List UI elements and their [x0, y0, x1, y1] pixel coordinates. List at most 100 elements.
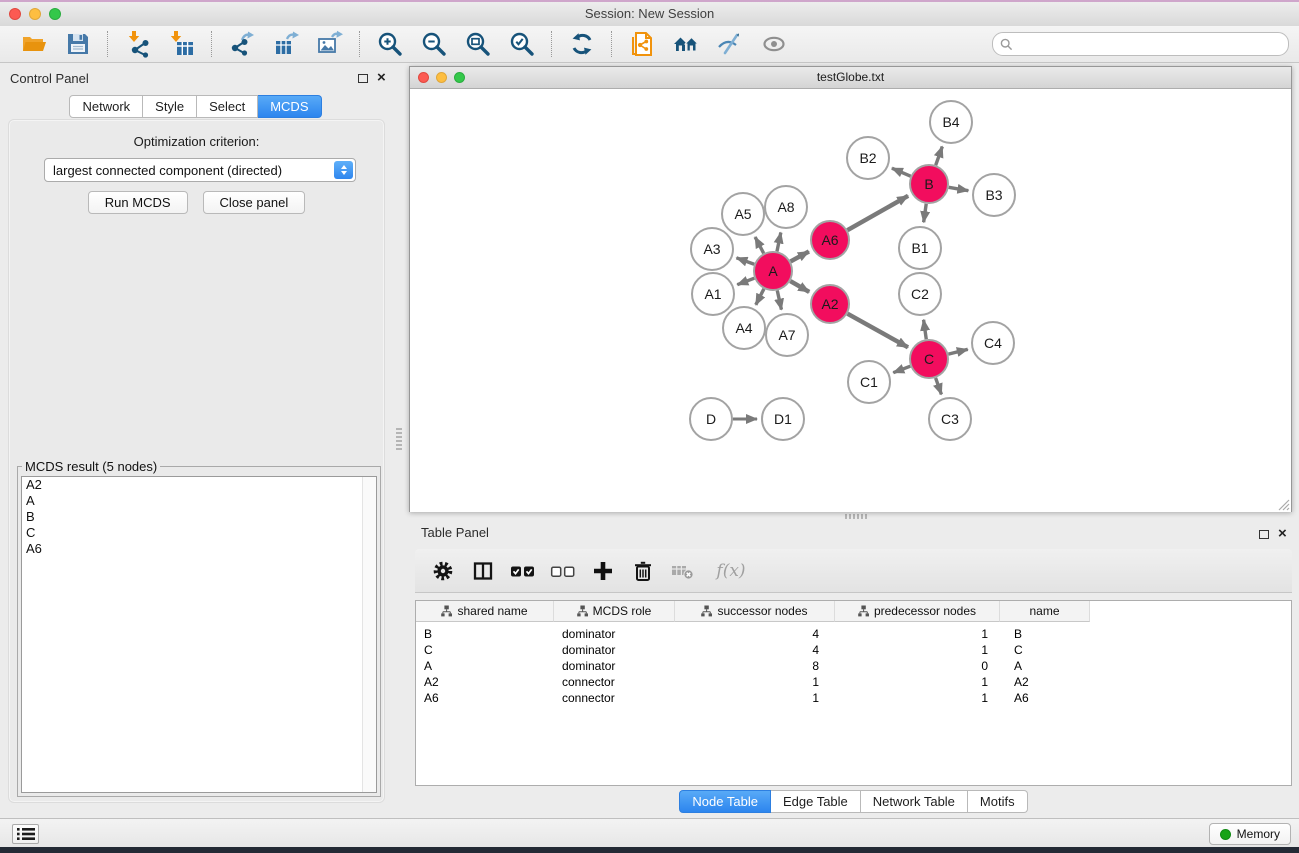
- mcds-result-item[interactable]: A2: [22, 477, 376, 493]
- edge-C-C2[interactable]: [924, 320, 927, 339]
- import-network-button[interactable]: [116, 28, 160, 60]
- edge-C-C3[interactable]: [936, 378, 942, 395]
- edge-A-A3[interactable]: [736, 258, 754, 264]
- tab-network-table[interactable]: Network Table: [861, 790, 968, 813]
- tab-style[interactable]: Style: [143, 95, 197, 118]
- edge-A-A5[interactable]: [755, 237, 764, 253]
- delete-columns-button[interactable]: [625, 553, 661, 589]
- zoom-out-button[interactable]: [412, 28, 456, 60]
- cell-name[interactable]: A2: [1000, 674, 1090, 690]
- column-header-successor-nodes[interactable]: successor nodes: [675, 601, 835, 622]
- cell-shared-name[interactable]: C: [416, 642, 554, 658]
- import-table-button[interactable]: [160, 28, 204, 60]
- create-column-button[interactable]: [585, 553, 621, 589]
- column-header-predecessor-nodes[interactable]: predecessor nodes: [835, 601, 1000, 622]
- cell-name[interactable]: A: [1000, 658, 1090, 674]
- hide-graphics-details-button[interactable]: [708, 28, 752, 60]
- deselect-all-button[interactable]: [545, 553, 581, 589]
- tab-select[interactable]: Select: [197, 95, 258, 118]
- cell-successor-nodes[interactable]: 4: [675, 626, 835, 642]
- export-network-button[interactable]: [220, 28, 264, 60]
- cell-name[interactable]: C: [1000, 642, 1090, 658]
- cell-predecessor-nodes[interactable]: 1: [835, 642, 1000, 658]
- table-settings-button[interactable]: [425, 553, 461, 589]
- cell-successor-nodes[interactable]: 1: [675, 674, 835, 690]
- network-window-titlebar[interactable]: testGlobe.txt: [410, 67, 1291, 89]
- cell-mcds-role[interactable]: connector: [554, 674, 675, 690]
- cell-predecessor-nodes[interactable]: 1: [835, 690, 1000, 706]
- mcds-result-item[interactable]: A6: [22, 541, 376, 557]
- cell-mcds-role[interactable]: dominator: [554, 658, 675, 674]
- mcds-result-item[interactable]: C: [22, 525, 376, 541]
- table-row[interactable]: Cdominator41C: [416, 642, 1291, 658]
- tab-node-table[interactable]: Node Table: [679, 790, 771, 813]
- cell-mcds-role[interactable]: dominator: [554, 626, 675, 642]
- cell-mcds-role[interactable]: dominator: [554, 642, 675, 658]
- float-table-panel-icon[interactable]: [1259, 530, 1269, 539]
- edge-C-C4[interactable]: [948, 349, 967, 354]
- window-resize-grip[interactable]: [1277, 498, 1290, 511]
- column-header-mcds-role[interactable]: MCDS role: [554, 601, 675, 622]
- cell-predecessor-nodes[interactable]: 1: [835, 626, 1000, 642]
- export-image-button[interactable]: [308, 28, 352, 60]
- optimization-criterion-dropdown[interactable]: largest connected component (directed): [44, 158, 356, 182]
- close-table-panel-icon[interactable]: ×: [1278, 525, 1287, 543]
- edge-A-A7[interactable]: [777, 291, 781, 310]
- column-browser-button[interactable]: [465, 553, 501, 589]
- edge-A-A8[interactable]: [777, 232, 781, 251]
- edge-B-B2[interactable]: [892, 168, 911, 176]
- select-all-button[interactable]: [505, 553, 541, 589]
- first-neighbors-button[interactable]: [664, 28, 708, 60]
- edge-A2-C[interactable]: [847, 314, 908, 348]
- export-table-button[interactable]: [264, 28, 308, 60]
- search-field[interactable]: [992, 32, 1289, 56]
- table-row[interactable]: Adominator80A: [416, 658, 1291, 674]
- column-header-name[interactable]: name: [1000, 601, 1090, 622]
- node-table[interactable]: shared nameMCDS rolesuccessor nodesprede…: [415, 600, 1292, 786]
- table-row[interactable]: Bdominator41B: [416, 626, 1291, 642]
- show-graphics-details-button[interactable]: [752, 28, 796, 60]
- zoom-in-button[interactable]: [368, 28, 412, 60]
- tab-motifs[interactable]: Motifs: [968, 790, 1028, 813]
- memory-button[interactable]: Memory: [1209, 823, 1291, 845]
- refresh-layout-button[interactable]: [560, 28, 604, 60]
- open-session-button[interactable]: [12, 28, 56, 60]
- edge-A-A6[interactable]: [791, 251, 809, 261]
- save-session-button[interactable]: [56, 28, 100, 60]
- main-titlebar[interactable]: Session: New Session: [0, 2, 1299, 27]
- cell-name[interactable]: A6: [1000, 690, 1090, 706]
- horizontal-split-handle[interactable]: [845, 514, 867, 519]
- edge-B-B4[interactable]: [936, 147, 943, 166]
- new-network-from-selection-button[interactable]: [620, 28, 664, 60]
- edge-B-B1[interactable]: [924, 204, 927, 222]
- edge-A-A2[interactable]: [790, 281, 809, 292]
- task-history-button[interactable]: [12, 824, 39, 844]
- network-window[interactable]: testGlobe.txt AA1A2A3A4A5A6A7A8BB1B2B3B4…: [409, 66, 1292, 512]
- mcds-result-item[interactable]: B: [22, 509, 376, 525]
- cell-predecessor-nodes[interactable]: 1: [835, 674, 1000, 690]
- mcds-result-item[interactable]: A: [22, 493, 376, 509]
- edge-C-C1[interactable]: [893, 366, 910, 373]
- edge-A6-B[interactable]: [847, 196, 908, 230]
- result-scrollbar[interactable]: [362, 477, 376, 792]
- cell-successor-nodes[interactable]: 8: [675, 658, 835, 674]
- cell-name[interactable]: B: [1000, 626, 1090, 642]
- cell-shared-name[interactable]: A6: [416, 690, 554, 706]
- tab-network[interactable]: Network: [69, 95, 143, 118]
- close-panel-button[interactable]: Close panel: [203, 191, 306, 214]
- close-panel-icon[interactable]: ×: [377, 69, 386, 87]
- edge-B-B3[interactable]: [949, 187, 969, 190]
- cell-shared-name[interactable]: A2: [416, 674, 554, 690]
- edge-A-A1[interactable]: [737, 278, 754, 285]
- zoom-fit-button[interactable]: [456, 28, 500, 60]
- search-input[interactable]: [1013, 34, 1288, 54]
- network-canvas[interactable]: AA1A2A3A4A5A6A7A8BB1B2B3B4CC1C2C3C4DD1: [410, 89, 1291, 512]
- cell-mcds-role[interactable]: connector: [554, 690, 675, 706]
- column-header-shared-name[interactable]: shared name: [416, 601, 554, 622]
- mcds-result-list[interactable]: A2ABCA6: [21, 476, 377, 793]
- cell-successor-nodes[interactable]: 4: [675, 642, 835, 658]
- cell-predecessor-nodes[interactable]: 0: [835, 658, 1000, 674]
- delete-table-button[interactable]: [665, 553, 701, 589]
- zoom-selected-button[interactable]: [500, 28, 544, 60]
- function-builder-button[interactable]: f(x): [705, 553, 757, 589]
